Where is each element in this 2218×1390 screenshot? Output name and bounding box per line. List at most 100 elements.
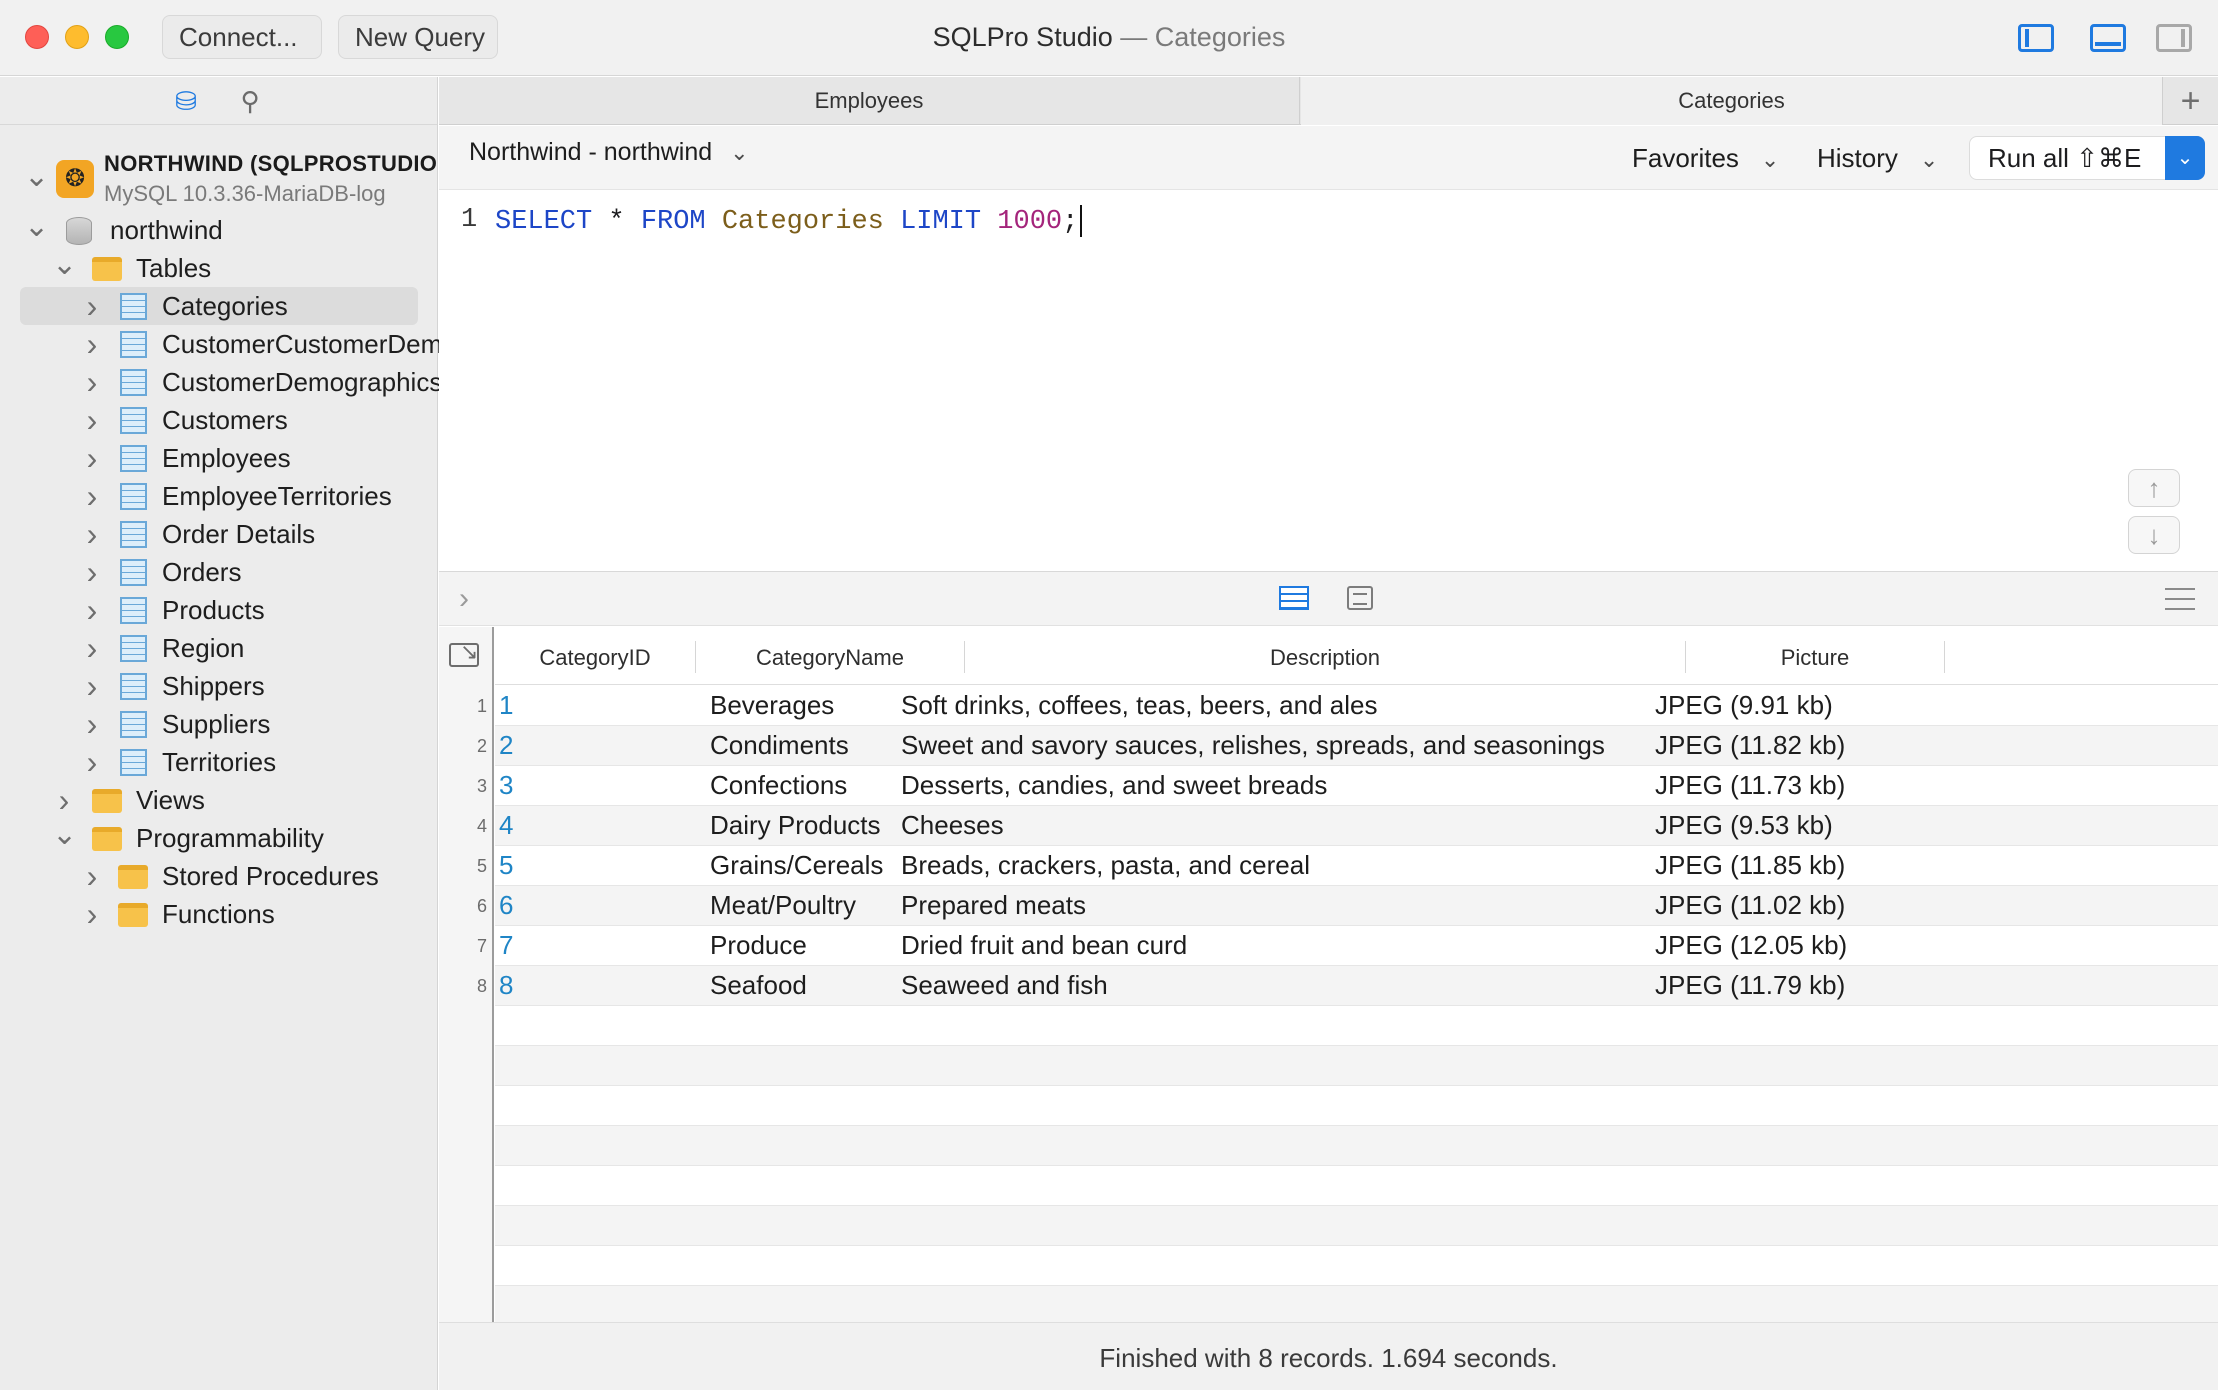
cell-categoryid[interactable]: 6 [499,890,513,921]
tree-folder-views[interactable]: Views [0,781,438,819]
tree-folder-functions[interactable]: Functions [0,895,438,933]
cell-description[interactable]: Sweet and savory sauces, relishes, sprea… [901,730,1605,761]
chevron-right-icon[interactable] [80,439,104,482]
cell-categoryname[interactable]: Confections [710,770,847,801]
tree-database-northwind[interactable]: northwind [0,211,438,249]
chevron-right-icon[interactable] [80,553,104,596]
sql-code[interactable]: SELECT * FROM Categories LIMIT 1000; [495,205,1083,237]
tab-employees[interactable]: Employees [439,77,1300,125]
column-header-description[interactable]: Description [965,645,1685,671]
chevron-right-icon[interactable] [80,287,104,330]
cell-picture[interactable]: JPEG (12.05 kb) [1655,930,1847,961]
cell-picture[interactable]: JPEG (11.85 kb) [1655,850,1845,881]
cell-categoryid[interactable]: 8 [499,970,513,1001]
column-header-picture[interactable]: Picture [1686,645,1944,671]
table-row[interactable]: 8 Seafood Seaweed and fish JPEG (11.79 kb) [495,966,2218,1006]
chevron-right-icon[interactable] [80,743,104,786]
cell-categoryid[interactable]: 7 [499,930,513,961]
chevron-down-icon[interactable] [52,249,76,287]
cell-description[interactable]: Dried fruit and bean curd [901,930,1187,961]
cell-categoryname[interactable]: Dairy Products [710,810,881,841]
tab-categories[interactable]: Categories [1301,77,2163,125]
chevron-down-icon[interactable] [24,162,48,192]
table-row[interactable]: 5 Grains/Cereals Breads, crackers, pasta, … [495,846,2218,886]
hamburger-menu-icon[interactable] [2165,588,2195,610]
chevron-down-icon[interactable] [24,211,48,249]
database-selector[interactable]: Northwind - northwind ⌄ [469,138,749,167]
database-icon[interactable]: ⛁ [170,85,202,117]
cell-picture[interactable]: JPEG (11.82 kb) [1655,730,1845,761]
chevron-right-icon[interactable] [80,629,104,672]
cell-picture[interactable]: JPEG (11.02 kb) [1655,890,1845,921]
cell-picture[interactable]: JPEG (11.73 kb) [1655,770,1845,801]
chevron-right-icon[interactable] [80,325,104,368]
sidebar-table-item[interactable]: EmployeeTerritories [0,477,438,515]
chevron-down-icon[interactable] [52,819,76,857]
sidebar-table-item[interactable]: Orders [0,553,438,591]
sidebar-table-item[interactable]: Customers [0,401,438,439]
sidebar-table-item[interactable]: Territories [0,743,438,781]
table-row[interactable]: 6 Meat/Poultry Prepared meats JPEG (11.02 k… [495,886,2218,926]
run-options-chevron-icon[interactable]: ⌄ [2165,136,2205,180]
cell-categoryname[interactable]: Seafood [710,970,807,1001]
cell-picture[interactable]: JPEG (9.91 kb) [1655,690,1833,721]
select-all-icon[interactable] [449,639,479,667]
run-all-button[interactable]: Run all ⇧⌘E ⌄ [1969,136,2205,180]
cell-categoryid[interactable]: 2 [499,730,513,761]
toggle-sidebar-icon[interactable] [2018,24,2054,52]
table-row[interactable]: 3 Confections Desserts, candies, and sweet… [495,766,2218,806]
sql-editor[interactable]: 1 SELECT * FROM Categories LIMIT 1000; [439,191,2218,619]
search-icon[interactable]: ⚲ [234,85,266,117]
messages-view-icon[interactable] [1347,586,1373,610]
cell-description[interactable]: Cheeses [901,810,1004,841]
sidebar-table-item[interactable]: Products [0,591,438,629]
chevron-right-icon[interactable] [80,667,104,710]
cell-categoryid[interactable]: 1 [499,690,513,721]
column-header-categoryid[interactable]: CategoryID [495,645,695,671]
cell-description[interactable]: Seaweed and fish [901,970,1108,1001]
add-tab-button[interactable]: + [2163,77,2218,125]
cell-description[interactable]: Desserts, candies, and sweet breads [901,770,1327,801]
chevron-right-icon[interactable]: › [459,582,469,616]
next-result-arrow-down-icon[interactable]: ↓ [2128,516,2180,554]
cell-categoryname[interactable]: Condiments [710,730,849,761]
sidebar-table-item[interactable]: CustomerDemographics [0,363,442,401]
cell-description[interactable]: Prepared meats [901,890,1086,921]
column-header-categoryname[interactable]: CategoryName [696,645,964,671]
cell-categoryid[interactable]: 4 [499,810,513,841]
table-row[interactable]: 4 Dairy Products Cheeses JPEG (9.53 kb) [495,806,2218,846]
chevron-right-icon[interactable] [80,591,104,634]
chevron-right-icon[interactable] [80,895,104,938]
sidebar-table-item[interactable]: Employees [0,439,438,477]
chevron-right-icon[interactable] [80,705,104,748]
sidebar-table-item[interactable]: Region [0,629,438,667]
favorites-dropdown[interactable]: Favorites ⌄ [1632,143,1779,174]
cell-description[interactable]: Soft drinks, coffees, teas, beers, and a… [901,690,1377,721]
cell-categoryid[interactable]: 5 [499,850,513,881]
tree-folder-tables[interactable]: Tables [0,249,438,287]
toggle-bottom-panel-icon[interactable] [2090,24,2126,52]
tree-folder-stored-procedures[interactable]: Stored Procedures [0,857,438,895]
table-row[interactable]: 2 Condiments Sweet and savory sauces, reli… [495,726,2218,766]
column-divider[interactable] [1944,641,1945,673]
table-row[interactable]: 1 Beverages Soft drinks, coffees, teas, be… [495,686,2218,726]
previous-result-arrow-up-icon[interactable]: ↑ [2128,469,2180,507]
cell-categoryname[interactable]: Grains/Cereals [710,850,883,881]
cell-categoryid[interactable]: 3 [499,770,513,801]
sidebar-table-item[interactable]: CustomerCustomerDemo [0,325,457,363]
tree-folder-programmability[interactable]: Programmability [0,819,438,857]
chevron-right-icon[interactable] [80,363,104,406]
sidebar-table-item[interactable]: Suppliers [0,705,438,743]
chevron-right-icon[interactable] [80,477,104,520]
table-row[interactable]: 7 Produce Dried fruit and bean curd JPEG (1… [495,926,2218,966]
cell-categoryname[interactable]: Beverages [710,690,834,721]
sidebar-table-item[interactable]: Order Details [0,515,438,553]
cell-picture[interactable]: JPEG (11.79 kb) [1655,970,1845,1001]
toggle-right-panel-icon[interactable] [2156,24,2192,52]
cell-categoryname[interactable]: Meat/Poultry [710,890,856,921]
cell-description[interactable]: Breads, crackers, pasta, and cereal [901,850,1310,881]
sidebar-table-item[interactable]: Shippers [0,667,438,705]
cell-categoryname[interactable]: Produce [710,930,807,961]
cell-picture[interactable]: JPEG (9.53 kb) [1655,810,1833,841]
chevron-right-icon[interactable] [80,515,104,558]
